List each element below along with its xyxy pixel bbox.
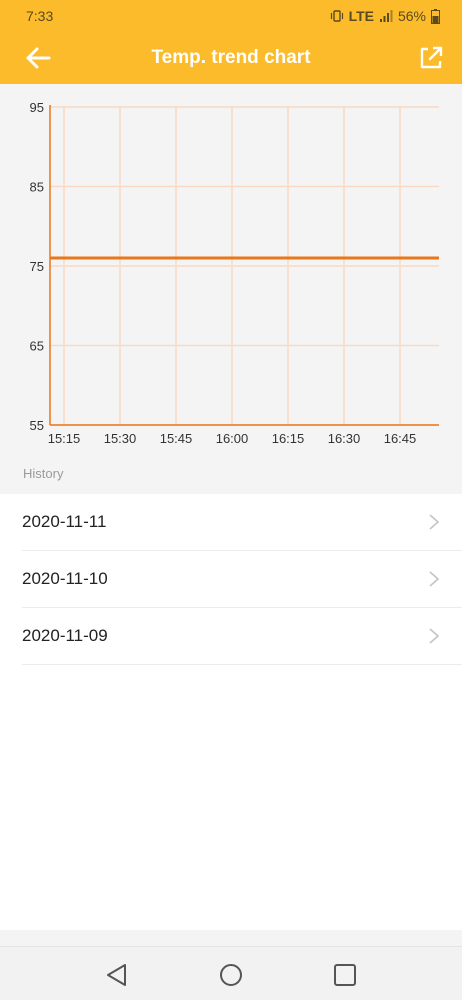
back-button[interactable] [20, 43, 56, 73]
status-bar: 7:33 LTE 56% [0, 0, 462, 32]
nav-home-button[interactable] [217, 961, 245, 989]
status-icons: LTE 56% [330, 8, 440, 24]
y-tick-label: 95 [30, 100, 44, 115]
x-tick-label: 15:45 [160, 431, 193, 446]
history-item-date: 2020-11-10 [22, 569, 108, 588]
network-type: LTE [348, 8, 374, 24]
history-item-date: 2020-11-09 [22, 626, 108, 645]
history-item[interactable]: 2020-11-10 [22, 551, 462, 608]
signal-icon [379, 10, 393, 22]
chevron-right-icon [429, 571, 440, 587]
app-bar: Temp. trend chart [0, 32, 462, 84]
x-tick-label: 16:30 [328, 431, 361, 446]
history-item-date: 2020-11-11 [22, 512, 107, 531]
y-tick-label: 55 [30, 418, 44, 433]
x-tick-label: 16:45 [384, 431, 417, 446]
chevron-right-icon [429, 628, 440, 644]
history-item[interactable]: 2020-11-11 [22, 494, 462, 551]
system-nav-bar [0, 946, 462, 1000]
temperature-chart: 55 65 75 85 95 15:15 15:30 15:45 16:00 16:15 16:30… [0, 84, 462, 460]
temperature-chart-svg: 55 65 75 85 95 15:15 15:30 15:45 16:00 16:15 16:30… [30, 100, 439, 446]
history-label: History [23, 466, 64, 481]
history-item[interactable]: 2020-11-09 [22, 608, 462, 665]
x-tick-label: 16:15 [272, 431, 305, 446]
vibrate-icon [330, 10, 343, 22]
x-tick-label: 16:00 [216, 431, 249, 446]
y-tick-label: 85 [30, 180, 44, 195]
external-link-icon [420, 46, 443, 69]
chevron-right-icon [429, 514, 440, 530]
x-tick-label: 15:15 [48, 431, 81, 446]
arrow-left-icon [26, 47, 51, 69]
circle-home-icon [220, 964, 242, 986]
x-tick-label: 15:30 [104, 431, 137, 446]
triangle-back-icon [107, 964, 126, 986]
share-button[interactable] [414, 41, 448, 75]
y-tick-label: 65 [30, 339, 44, 354]
nav-back-button[interactable] [103, 961, 131, 989]
nav-recents-button[interactable] [331, 961, 359, 989]
y-tick-label: 75 [30, 259, 44, 274]
page-title: Temp. trend chart [151, 47, 311, 68]
battery-percent: 56% [397, 8, 426, 24]
battery-icon [431, 8, 440, 24]
status-time: 7:33 [26, 8, 54, 24]
square-recents-icon [334, 964, 356, 986]
history-list: 2020-11-11 2020-11-10 2020-11-09 [0, 494, 462, 930]
